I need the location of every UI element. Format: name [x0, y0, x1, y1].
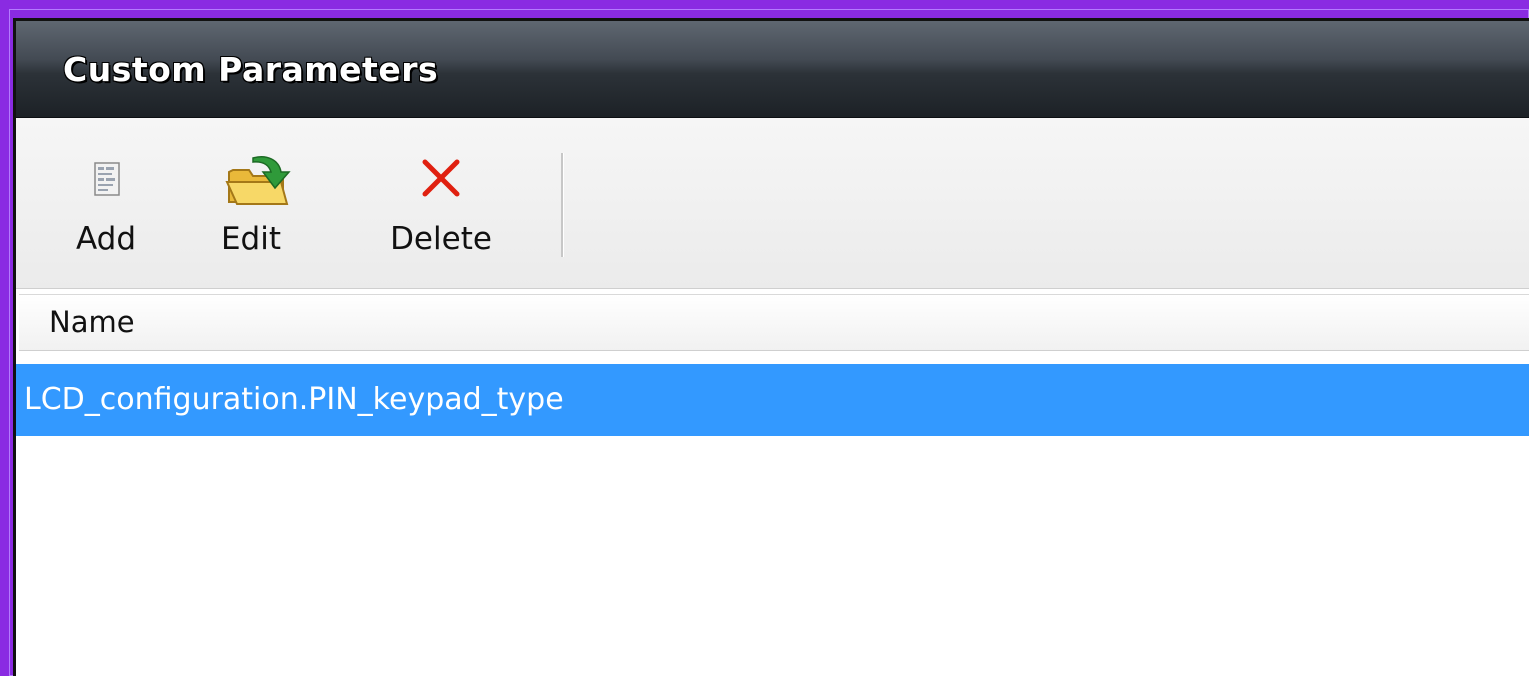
toolbar-separator: [561, 153, 564, 257]
table-header: Name: [19, 294, 1529, 351]
toolbar: Add Edit Delete: [16, 118, 1529, 289]
delete-button-label: Delete: [390, 221, 492, 257]
title-bar: Custom Parameters: [16, 21, 1529, 118]
table-row[interactable]: LCD_configuration.PIN_keypad_type: [16, 364, 1529, 436]
document-icon: [94, 162, 120, 196]
edit-button-label: Edit: [220, 221, 282, 257]
custom-parameters-panel: Custom Parameters Add Edit Delete Name L…: [13, 18, 1529, 676]
column-header-name[interactable]: Name: [49, 305, 135, 339]
row-name-cell: LCD_configuration.PIN_keypad_type: [24, 382, 564, 417]
add-button[interactable]: Add: [66, 158, 146, 268]
delete-button[interactable]: Delete: [366, 158, 516, 268]
folder-arrow-icon: [225, 156, 291, 205]
panel-title: Custom Parameters: [63, 50, 439, 89]
close-icon: [422, 159, 460, 197]
table-body: LCD_configuration.PIN_keypad_type: [16, 364, 1529, 436]
edit-button[interactable]: Edit: [211, 156, 291, 268]
add-button-label: Add: [75, 221, 137, 257]
